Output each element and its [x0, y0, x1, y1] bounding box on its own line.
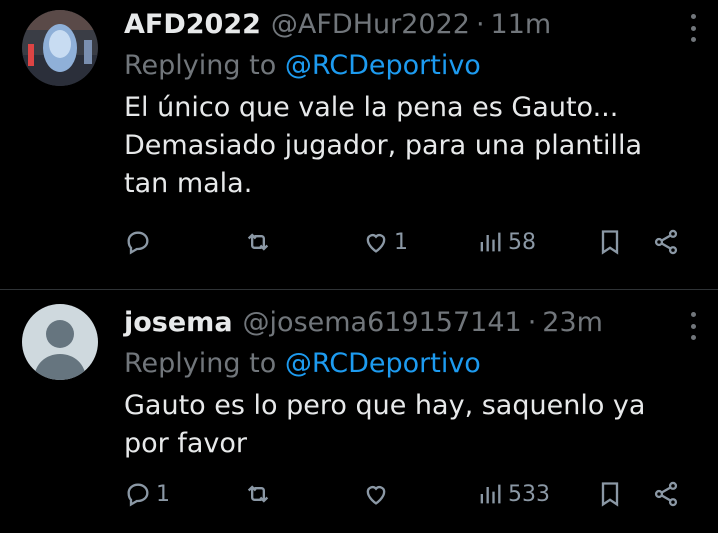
replying-to: Replying to @RCDeportivo: [124, 348, 678, 379]
display-name[interactable]: josema: [124, 307, 233, 338]
timestamp[interactable]: 23m: [542, 307, 603, 338]
replying-to: Replying to @RCDeportivo: [124, 50, 678, 81]
replying-mention[interactable]: @RCDeportivo: [285, 348, 481, 379]
views-button[interactable]: 533: [476, 480, 550, 508]
tweet-actions: 1 533: [0, 480, 718, 520]
more-icon[interactable]: [688, 312, 698, 340]
tweet-text: Gauto es lo pero que hay, saquenlo ya po…: [124, 390, 646, 459]
like-button[interactable]: [362, 480, 394, 508]
bookmark-icon: [601, 482, 619, 507]
like-count: 1: [394, 229, 408, 255]
views-icon: [480, 232, 501, 252]
user-handle[interactable]: @AFDHur2022: [271, 9, 470, 40]
avatar[interactable]: [22, 10, 98, 86]
bookmark-icon: [601, 230, 619, 255]
tweet-actions: 1 58: [0, 228, 718, 268]
share-button[interactable]: [652, 228, 680, 256]
replying-prefix: Replying to: [124, 50, 277, 81]
retweet-button[interactable]: [244, 228, 272, 256]
bookmark-button[interactable]: [596, 228, 624, 256]
tweet[interactable]: AFD2022 @AFDHur2022 · 11m Replying to @R…: [0, 0, 718, 290]
user-handle[interactable]: @josema619157141: [243, 307, 522, 338]
retweet-icon: [247, 485, 269, 503]
retweet-button[interactable]: [244, 480, 272, 508]
like-icon: [366, 234, 386, 253]
views-icon: [480, 484, 501, 504]
view-count: 58: [508, 229, 536, 255]
reply-button[interactable]: [124, 228, 156, 256]
tweet[interactable]: josema @josema619157141 · 23m Replying t…: [0, 290, 718, 533]
separator: ·: [527, 306, 537, 338]
display-name[interactable]: AFD2022: [124, 9, 261, 40]
share-icon: [654, 229, 678, 255]
reply-icon: [127, 231, 149, 255]
replying-mention[interactable]: @RCDeportivo: [285, 50, 481, 81]
avatar[interactable]: [22, 304, 98, 380]
separator: ·: [475, 8, 485, 40]
share-icon: [654, 481, 678, 507]
tweet-text: El único que vale la pena es Gauto... De…: [124, 92, 643, 199]
reply-icon: [127, 483, 149, 507]
replying-prefix: Replying to: [124, 348, 277, 379]
more-icon[interactable]: [688, 14, 698, 42]
avatar-image: [22, 10, 98, 86]
views-button[interactable]: 58: [476, 228, 536, 256]
retweet-icon: [247, 233, 269, 251]
view-count: 533: [508, 481, 550, 507]
timestamp[interactable]: 11m: [491, 9, 552, 40]
reply-count: 1: [156, 481, 170, 507]
default-avatar-icon: [22, 304, 98, 380]
like-icon: [366, 486, 386, 505]
reply-button[interactable]: 1: [124, 480, 170, 508]
bookmark-button[interactable]: [596, 480, 624, 508]
like-button[interactable]: 1: [362, 228, 408, 256]
share-button[interactable]: [652, 480, 680, 508]
